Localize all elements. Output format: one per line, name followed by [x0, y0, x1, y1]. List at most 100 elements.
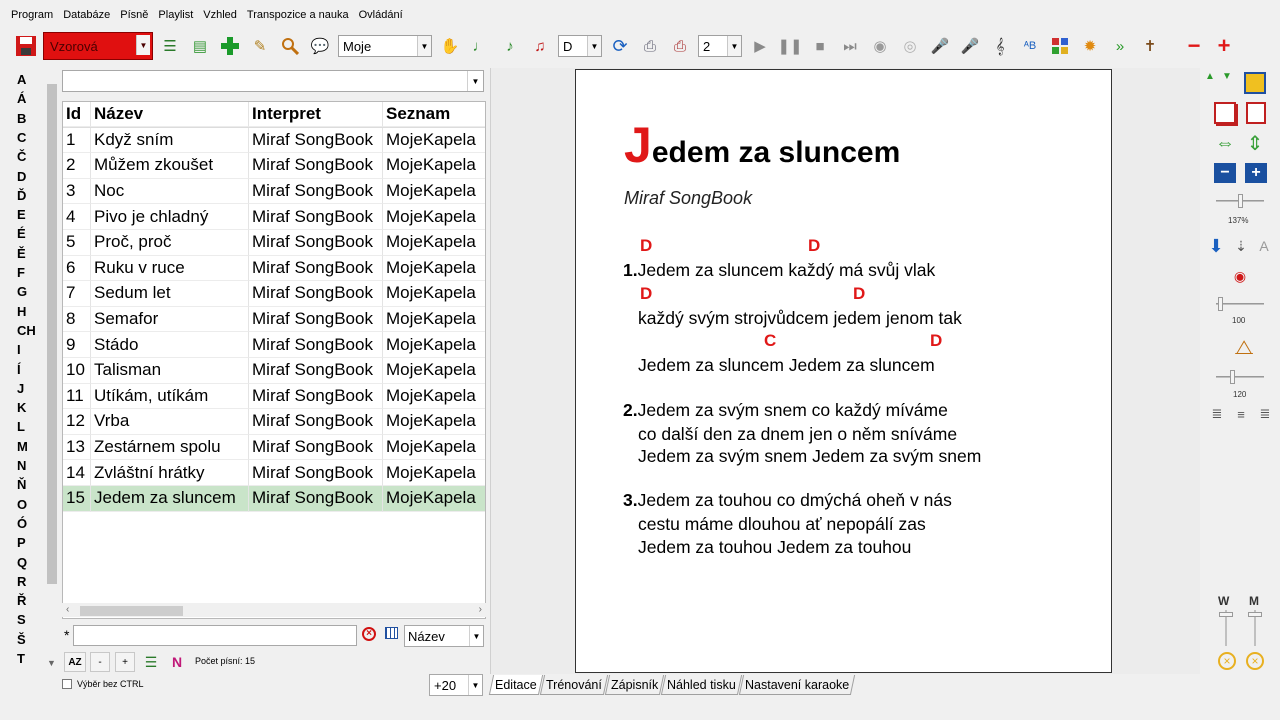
chevron-down-icon[interactable]: ▼ — [47, 658, 56, 668]
alphabet-letter[interactable]: T — [17, 651, 25, 667]
skip-icon[interactable]: ⏭ — [838, 34, 862, 58]
alphabet-letter[interactable]: Ó — [17, 516, 27, 532]
table-row[interactable]: 9 Stádo Miraf SongBook MojeKapela — [63, 332, 485, 358]
refresh-icon[interactable]: ⟳ — [608, 34, 632, 58]
new-n-icon[interactable]: N — [166, 652, 188, 672]
comment-icon[interactable]: 💬 — [308, 34, 332, 58]
text-size-icon[interactable]: A — [1256, 236, 1272, 256]
list-icon[interactable]: ☰ — [158, 34, 182, 58]
column-header-interpret[interactable]: Interpret — [249, 102, 383, 127]
print-icon[interactable]: ⎙ — [638, 34, 662, 58]
alphabet-letter[interactable]: Ě — [17, 246, 26, 262]
alphabet-letter[interactable]: R — [17, 574, 26, 590]
arrow-down-blue-icon[interactable]: ⬇ — [1208, 236, 1224, 256]
record-disc-icon[interactable]: ◉ — [868, 34, 892, 58]
menu-playlist[interactable]: Playlist — [153, 0, 198, 30]
clef-icon[interactable]: 𝄞 — [988, 34, 1012, 58]
slider-knob[interactable] — [1219, 612, 1233, 617]
tab-zapisnik[interactable]: Zápisník — [604, 675, 664, 695]
alphabet-letter[interactable]: F — [17, 265, 25, 281]
width-arrows-icon[interactable]: ⇔ — [1212, 132, 1238, 154]
alphabet-letter[interactable]: B — [17, 111, 26, 127]
search-icon[interactable] — [278, 34, 302, 58]
yellow-frame-icon[interactable] — [1244, 72, 1266, 94]
slider-knob[interactable] — [1238, 194, 1243, 208]
record-icon[interactable]: ◉ — [1232, 268, 1248, 284]
table-row[interactable]: 7 Sedum let Miraf SongBook MojeKapela — [63, 281, 485, 307]
alphabet-letter[interactable]: Č — [17, 149, 26, 165]
alphabet-letter[interactable]: L — [17, 419, 25, 435]
zoom-slider[interactable] — [1216, 194, 1264, 208]
tab-nahled-tisku[interactable]: Náhled tisku — [660, 675, 742, 695]
alphabet-letter[interactable]: N — [17, 458, 26, 474]
alphabet-letter[interactable]: D — [17, 169, 26, 185]
alphabet-letter[interactable]: É — [17, 226, 26, 242]
alphabet-letter[interactable]: C — [17, 130, 26, 146]
play-icon[interactable]: ▶ — [748, 34, 772, 58]
forward-arrows-icon[interactable]: » — [1108, 34, 1132, 58]
tempo-slider[interactable] — [1216, 370, 1264, 384]
alphabet-letter[interactable]: Í — [17, 362, 21, 378]
slider-knob[interactable] — [1248, 612, 1262, 617]
align-center-icon[interactable]: ≡ — [1232, 405, 1250, 423]
columns-select[interactable]: 2 ▼ — [698, 35, 742, 57]
stop-icon[interactable]: ■ — [808, 34, 832, 58]
zoom-select[interactable]: +20 ▼ — [429, 674, 483, 696]
menu-ovladani[interactable]: Ovládání — [354, 0, 408, 30]
w-slider[interactable] — [1219, 610, 1233, 646]
table-row[interactable]: 1 Když sním Miraf SongBook MojeKapela — [63, 127, 485, 154]
filter-combobox[interactable]: ▼ — [62, 70, 484, 92]
menu-program[interactable]: Program — [6, 0, 58, 30]
table-row[interactable]: 14 Zvláštní hrátky Miraf SongBook MojeKapel… — [63, 460, 485, 486]
alphabet-letter[interactable]: S — [17, 612, 26, 628]
frame-icon[interactable] — [1246, 102, 1266, 124]
transpose-plus-icon[interactable]: ♫ — [528, 34, 552, 58]
table-row[interactable]: 10 Talisman Miraf SongBook MojeKapela — [63, 358, 485, 384]
alphabet-letter[interactable]: Á — [17, 91, 26, 107]
mic-green-icon[interactable]: 🎤 — [928, 34, 952, 58]
zoom-in-icon[interactable]: + — [1212, 34, 1236, 58]
alphabet-letter[interactable]: CH — [17, 323, 36, 339]
alphabet-letter[interactable]: Ň — [17, 477, 26, 493]
alphabet-letter[interactable]: Š — [17, 632, 26, 648]
table-row[interactable]: 8 Semafor Miraf SongBook MojeKapela — [63, 306, 485, 333]
tab-trenovani[interactable]: Trénování — [539, 675, 608, 695]
checkbox[interactable] — [62, 679, 72, 689]
tab-nastaveni-karaoke[interactable]: Nastavení karaoke — [738, 675, 855, 695]
add-song-icon[interactable] — [218, 34, 242, 58]
arrow-up-icon[interactable]: ▲ — [1203, 68, 1217, 84]
tab-editace[interactable]: Editace — [488, 675, 543, 695]
search-input[interactable] — [73, 625, 357, 646]
save-icon[interactable] — [14, 34, 38, 58]
sun-icon[interactable]: ✹ — [1078, 34, 1102, 58]
alphabet-letter[interactable]: H — [17, 304, 26, 320]
arrow-down-gray-icon[interactable]: ⇣ — [1233, 236, 1249, 256]
transpose-down-icon[interactable]: ♩ — [468, 34, 492, 58]
style-select[interactable]: Vzorová ▼ — [43, 32, 153, 60]
m-slider[interactable] — [1248, 610, 1262, 646]
disc-icon[interactable]: ◎ — [898, 34, 922, 58]
colors-icon[interactable] — [1048, 34, 1072, 58]
table-row[interactable]: 12 Vrba Miraf SongBook MojeKapela — [63, 409, 485, 435]
alphabet-letter[interactable]: J — [17, 381, 24, 397]
volume-slider[interactable] — [1216, 297, 1264, 311]
remove-button[interactable]: - — [90, 652, 110, 672]
align-left-icon[interactable]: ≣ — [1208, 405, 1226, 423]
menu-databaze[interactable]: Databáze — [58, 0, 115, 30]
column-header-list[interactable]: Seznam — [383, 102, 485, 127]
alphabet-letter[interactable]: A — [17, 72, 26, 88]
print-preview-icon[interactable]: ⎙ — [668, 34, 692, 58]
alphabet-letter[interactable]: I — [17, 342, 21, 358]
alphabet-letter[interactable]: K — [17, 400, 26, 416]
increase-icon[interactable]: + — [1245, 163, 1267, 183]
decrease-icon[interactable]: − — [1214, 163, 1236, 183]
songbook-select[interactable]: Moje ▼ — [338, 35, 432, 57]
alphabet-letter[interactable]: M — [17, 439, 28, 455]
alphabet-letter[interactable]: Ď — [17, 188, 26, 204]
table-row[interactable]: 15 Jedem za sluncem Miraf SongBook MojeKape… — [63, 486, 485, 512]
height-arrows-icon[interactable]: ⇕ — [1244, 132, 1266, 155]
alphabet-letter[interactable]: Ř — [17, 593, 26, 609]
alphabet-scrollbar[interactable]: ▼ — [44, 72, 60, 670]
edit-pencil-icon[interactable]: ✎ — [248, 34, 272, 58]
clear-search-icon[interactable]: × — [362, 627, 376, 641]
